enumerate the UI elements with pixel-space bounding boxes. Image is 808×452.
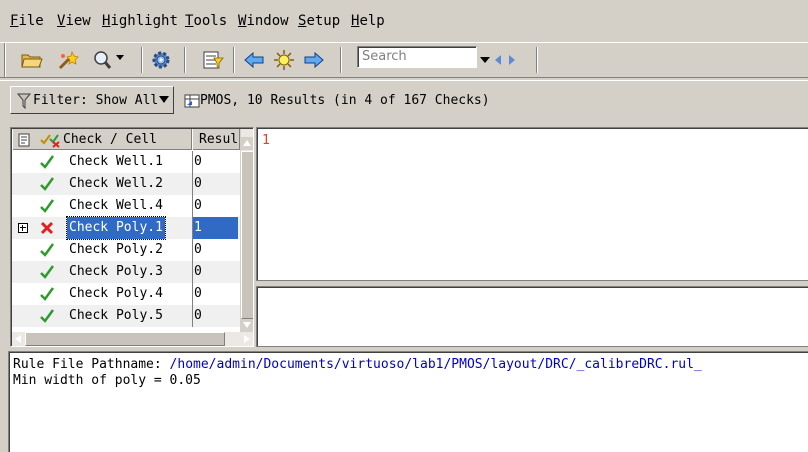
check-status-icon [40, 133, 60, 148]
menu-tools[interactable]: Tools [185, 13, 227, 29]
tree-scroll-thumb[interactable] [241, 151, 253, 319]
check-name: Check Poly.4 [69, 286, 163, 301]
tree-row-check-poly-5[interactable]: Check Poly.5 0 [12, 305, 240, 327]
result-item[interactable]: 1 [262, 133, 270, 148]
check-mark-icon [40, 287, 55, 301]
toolbar-separator [536, 47, 538, 73]
check-name: Check Well.4 [69, 198, 163, 213]
filter-table-icon[interactable] [201, 49, 225, 71]
gear-icon[interactable] [149, 49, 173, 71]
search-options-icon[interactable] [478, 49, 492, 71]
check-name: Check Poly.2 [69, 242, 163, 257]
search-input[interactable] [362, 49, 472, 64]
toolbar-separator [233, 47, 235, 73]
column-check-label: Check / Cell [63, 132, 157, 147]
tree-row-check-poly-4[interactable]: Check Poly.4 0 [12, 283, 240, 305]
check-mark-icon [40, 199, 55, 213]
scroll-right-icon[interactable] [240, 332, 253, 346]
check-result-count: 0 [192, 239, 238, 261]
cell-results-icon [184, 94, 200, 107]
rule-file-label: Rule File Pathname: [13, 357, 170, 372]
scroll-left-icon[interactable] [12, 332, 25, 346]
chevron-down-icon [159, 96, 169, 103]
results-summary: PMOS, 10 Results (in 4 of 167 Checks) [184, 93, 490, 108]
toolbar-separator [141, 47, 143, 73]
check-result-count: 1 [192, 217, 238, 239]
menu-highlight[interactable]: Highlight [102, 13, 178, 29]
check-mark-icon [40, 265, 55, 279]
check-result-count: 0 [192, 195, 238, 217]
column-results-label: Resul [199, 132, 239, 147]
tree-rows: Check Well.1 0 Check Well.2 0 Check Well… [12, 151, 240, 327]
column-results[interactable]: Resul [192, 129, 240, 150]
check-name: Check Well.2 [69, 176, 163, 191]
check-mark-icon [40, 243, 55, 257]
toolbar-separator [340, 47, 342, 73]
check-mark-icon [40, 177, 55, 191]
menu-file[interactable]: File [10, 13, 44, 29]
check-result-count: 0 [192, 283, 238, 305]
tree-row-check-well-1[interactable]: Check Well.1 0 [12, 151, 240, 173]
highlight-wand-icon[interactable] [56, 49, 80, 71]
check-result-count: 0 [192, 261, 238, 283]
tree-vertical-scrollbar[interactable] [240, 129, 253, 332]
forward-arrow-icon[interactable] [302, 49, 326, 71]
scroll-up-icon[interactable] [241, 137, 253, 150]
tree-row-check-poly-3[interactable]: Check Poly.3 0 [12, 261, 240, 283]
results-list[interactable]: 1 [256, 127, 808, 281]
search-next-icon[interactable] [506, 49, 518, 71]
results-summary-text: PMOS, 10 Results (in 4 of 167 Checks) [200, 93, 490, 108]
check-name: Check Poly.5 [69, 308, 163, 323]
check-description: Min width of poly = 0.05 [13, 373, 201, 388]
zoom-menu-icon[interactable] [92, 49, 128, 71]
check-result-count: 0 [192, 305, 238, 327]
menu-help[interactable]: Help [351, 13, 385, 29]
check-info-pane: Rule File Pathname: /home/admin/Document… [8, 351, 808, 452]
tree-row-check-poly-2[interactable]: Check Poly.2 0 [12, 239, 240, 261]
rule-file-line: Rule File Pathname: /home/admin/Document… [13, 357, 804, 373]
folder-open-icon[interactable] [20, 49, 44, 71]
check-name: Check Poly.3 [69, 264, 163, 279]
scroll-down-icon[interactable] [241, 319, 253, 332]
tree-header: Check / Cell Resul [12, 129, 240, 150]
check-tree: Check / Cell Resul Check Well.1 0 Check … [10, 127, 254, 347]
tree-row-check-well-4[interactable]: Check Well.4 0 [12, 195, 240, 217]
rule-file-path-link[interactable]: /home/admin/Documents/virtuoso/lab1/PMOS… [170, 357, 702, 372]
check-result-count: 0 [192, 151, 238, 173]
menu-setup[interactable]: Setup [298, 13, 340, 29]
check-result-count: 0 [192, 173, 238, 195]
check-name: Check Poly.1 [66, 216, 166, 240]
check-mark-icon [40, 155, 55, 169]
filter-dropdown[interactable]: Filter: Show All [10, 86, 174, 114]
search-field[interactable] [357, 46, 477, 68]
tree-hscroll-thumb[interactable] [25, 332, 225, 346]
column-check-cell[interactable]: Check / Cell [12, 129, 192, 150]
menu-view[interactable]: View [57, 13, 91, 29]
filter-label: Filter: Show All [33, 92, 159, 108]
tree-horizontal-scrollbar[interactable] [12, 332, 253, 346]
check-name: Check Well.1 [69, 154, 163, 169]
expand-plus-icon[interactable] [18, 223, 28, 233]
error-x-icon [40, 221, 54, 235]
tree-row-check-well-2[interactable]: Check Well.2 0 [12, 173, 240, 195]
toolbar-separator [184, 47, 186, 73]
menu-window[interactable]: Window [238, 13, 289, 29]
check-mark-icon [40, 309, 55, 323]
search-prev-icon[interactable] [492, 49, 504, 71]
funnel-icon [17, 93, 31, 109]
back-arrow-icon[interactable] [242, 49, 266, 71]
notes-icon [18, 133, 30, 146]
toolbar-grip [4, 43, 6, 77]
sun-icon[interactable] [272, 49, 296, 71]
result-detail-pane [256, 286, 808, 347]
tree-row-check-poly-1[interactable]: Check Poly.1 1 [12, 216, 240, 240]
menu-bar: File View Highlight Tools Window Setup H… [0, 0, 808, 42]
